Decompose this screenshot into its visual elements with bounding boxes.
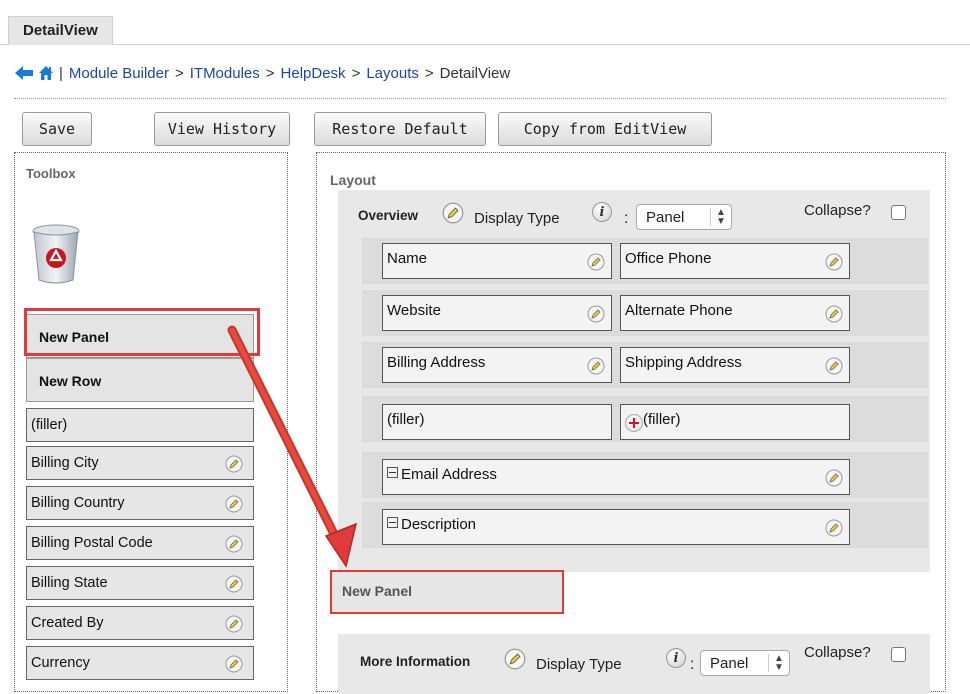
layout-row[interactable]: Description bbox=[362, 502, 928, 548]
display-type-select[interactable]: Panel ▲ ▼ bbox=[636, 204, 732, 230]
field-billing-address[interactable]: Billing Address bbox=[382, 347, 612, 383]
edit-pencil-icon[interactable] bbox=[504, 648, 526, 670]
field-name[interactable]: Name bbox=[382, 243, 612, 279]
edit-pencil-icon[interactable] bbox=[587, 305, 605, 323]
overview-panel-title: Overview bbox=[358, 208, 419, 223]
edit-pencil-icon[interactable] bbox=[225, 455, 243, 473]
select-arrow-icon: ▲ ▼ bbox=[768, 654, 789, 673]
field-alternate-phone[interactable]: Alternate Phone bbox=[620, 295, 850, 331]
breadcrumb-layouts[interactable]: Layouts bbox=[366, 65, 419, 82]
field-website[interactable]: Website bbox=[382, 295, 612, 331]
layout-row[interactable]: Email Address bbox=[362, 452, 928, 498]
add-plus-icon[interactable] bbox=[625, 414, 643, 432]
new-panel-drop-target[interactable]: New Panel bbox=[330, 570, 564, 614]
toolbox-field-billing-postal-code[interactable]: Billing Postal Code bbox=[26, 526, 254, 560]
display-type-label: Display Type bbox=[474, 210, 560, 227]
edit-pencil-icon[interactable] bbox=[587, 357, 605, 375]
info-icon[interactable]: i bbox=[592, 202, 612, 222]
tab-detailview[interactable]: DetailView bbox=[8, 16, 113, 45]
tab-bar: DetailView bbox=[0, 0, 970, 45]
home-icon[interactable] bbox=[37, 64, 55, 82]
copy-from-editview-button[interactable]: Copy from EditView bbox=[498, 112, 712, 146]
breadcrumb-current: DetailView bbox=[439, 64, 511, 82]
field-filler[interactable]: (filler) bbox=[382, 404, 612, 440]
toolbox-field-created-by[interactable]: Created By bbox=[26, 606, 254, 640]
layout-title: Layout bbox=[330, 172, 376, 188]
toolbox-field-billing-city[interactable]: Billing City bbox=[26, 446, 254, 480]
layout-row[interactable]: Billing Address Shipping Address bbox=[362, 342, 928, 388]
breadcrumb: | Module Builder > ITModules > HelpDesk … bbox=[14, 64, 510, 82]
field-email-address[interactable]: Email Address bbox=[382, 459, 850, 495]
collapse-minus-icon[interactable] bbox=[387, 467, 398, 478]
back-arrow-icon[interactable] bbox=[14, 65, 34, 81]
breadcrumb-arrow: > bbox=[424, 64, 434, 82]
breadcrumb-separator: | bbox=[59, 64, 63, 82]
display-type-select[interactable]: Panel ▲ ▼ bbox=[700, 650, 790, 676]
edit-pencil-icon[interactable] bbox=[225, 655, 243, 673]
breadcrumb-itmodules[interactable]: ITModules bbox=[190, 65, 260, 82]
toolbox-new-row[interactable]: New Row bbox=[26, 358, 254, 402]
breadcrumb-module-builder[interactable]: Module Builder bbox=[69, 65, 169, 82]
collapse-label: Collapse? bbox=[804, 202, 871, 219]
field-shipping-address[interactable]: Shipping Address bbox=[620, 347, 850, 383]
collapse-checkbox[interactable] bbox=[891, 205, 906, 220]
edit-pencil-icon[interactable] bbox=[225, 535, 243, 553]
info-icon[interactable]: i bbox=[666, 648, 686, 668]
layout-row[interactable]: Website Alternate Phone bbox=[362, 290, 928, 336]
edit-pencil-icon[interactable] bbox=[825, 357, 843, 375]
edit-pencil-icon[interactable] bbox=[225, 575, 243, 593]
field-filler-add[interactable]: (filler) bbox=[620, 404, 850, 440]
edit-pencil-icon[interactable] bbox=[442, 202, 464, 224]
edit-pencil-icon[interactable] bbox=[825, 469, 843, 487]
edit-pencil-icon[interactable] bbox=[825, 519, 843, 537]
display-type-label: Display Type bbox=[536, 656, 622, 673]
select-arrow-icon: ▲ ▼ bbox=[710, 208, 731, 227]
toolbox-field-currency[interactable]: Currency bbox=[26, 646, 254, 680]
save-button[interactable]: Save bbox=[22, 112, 92, 146]
more-information-panel-title: More Information bbox=[360, 654, 471, 669]
edit-pencil-icon[interactable] bbox=[225, 615, 243, 633]
collapse-label: Collapse? bbox=[804, 644, 871, 661]
view-history-button[interactable]: View History bbox=[154, 112, 290, 146]
toolbox-title: Toolbox bbox=[26, 166, 76, 181]
restore-default-button[interactable]: Restore Default bbox=[314, 112, 486, 146]
colon: : bbox=[690, 656, 695, 673]
toolbar-divider bbox=[14, 98, 946, 99]
breadcrumb-arrow: > bbox=[265, 64, 275, 82]
colon: : bbox=[624, 210, 629, 227]
field-office-phone[interactable]: Office Phone bbox=[620, 243, 850, 279]
toolbox-field-billing-state[interactable]: Billing State bbox=[26, 566, 254, 600]
edit-pencil-icon[interactable] bbox=[587, 253, 605, 271]
field-description[interactable]: Description bbox=[382, 509, 850, 545]
edit-pencil-icon[interactable] bbox=[825, 253, 843, 271]
layout-row[interactable]: Name Office Phone bbox=[362, 238, 928, 284]
toolbox-filler[interactable]: (filler) bbox=[26, 408, 254, 442]
new-panel-highlight bbox=[24, 308, 260, 356]
breadcrumb-arrow: > bbox=[351, 64, 361, 82]
collapse-checkbox[interactable] bbox=[891, 647, 906, 662]
breadcrumb-helpdesk[interactable]: HelpDesk bbox=[281, 65, 346, 82]
layout-row[interactable]: (filler) (filler) bbox=[362, 396, 928, 442]
edit-pencil-icon[interactable] bbox=[225, 495, 243, 513]
breadcrumb-arrow: > bbox=[174, 64, 184, 82]
collapse-minus-icon[interactable] bbox=[387, 517, 398, 528]
recycle-bin-icon[interactable] bbox=[30, 222, 82, 291]
toolbox-field-billing-country[interactable]: Billing Country bbox=[26, 486, 254, 520]
edit-pencil-icon[interactable] bbox=[825, 305, 843, 323]
